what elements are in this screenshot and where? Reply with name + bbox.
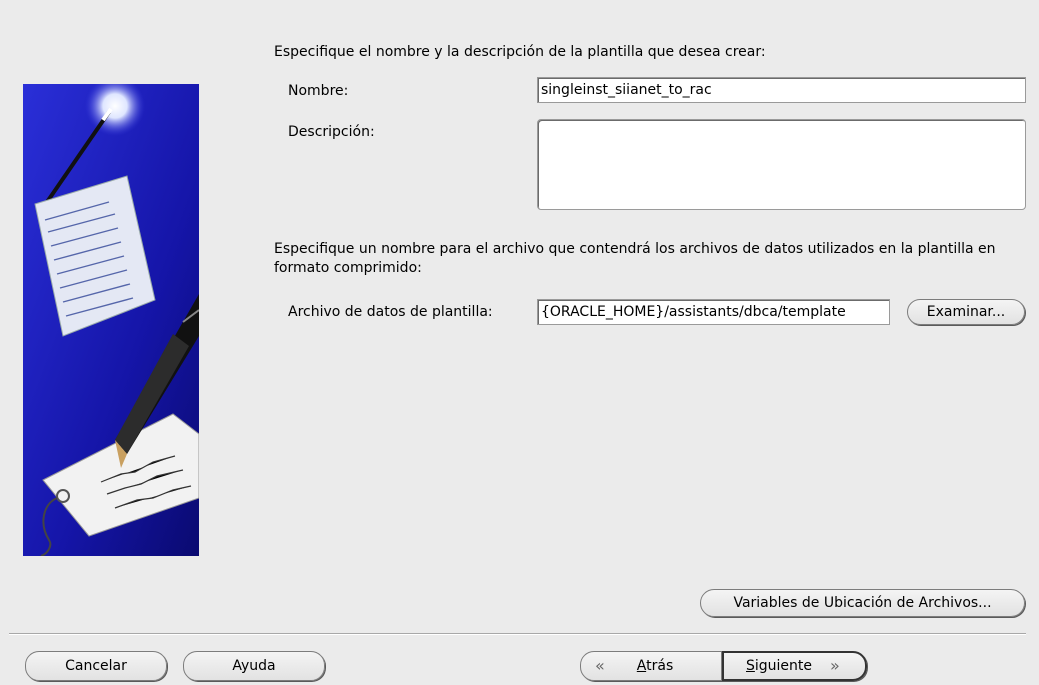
browse-button[interactable]: Examinar... bbox=[907, 299, 1025, 325]
name-label: Nombre: bbox=[288, 83, 349, 99]
datafile-input[interactable]: {ORACLE_HOME}/assistants/dbca/template bbox=[537, 299, 890, 325]
name-input[interactable]: singleinst_siianet_to_rac bbox=[537, 77, 1026, 103]
wizard-illustration bbox=[23, 84, 199, 556]
description-textarea[interactable] bbox=[537, 119, 1026, 210]
chevron-double-left-icon: « bbox=[595, 656, 605, 675]
footer-separator bbox=[9, 633, 1026, 635]
file-location-variables-button[interactable]: Variables de Ubicación de Archivos... bbox=[700, 589, 1025, 617]
back-label: Atrás bbox=[636, 658, 674, 674]
datafile-intro-text: Especifique un nombre para el archivo qu… bbox=[274, 241, 996, 276]
datafile-label: Archivo de datos de plantilla: bbox=[288, 304, 493, 320]
cancel-button[interactable]: Cancelar bbox=[25, 651, 167, 681]
chevron-double-right-icon: » bbox=[830, 656, 840, 675]
next-label: Siguiente bbox=[746, 658, 813, 674]
next-button[interactable]: Siguiente » bbox=[722, 651, 867, 681]
template-intro-text: Especifique el nombre y la descripción d… bbox=[274, 44, 766, 60]
back-button[interactable]: « Atrás bbox=[580, 651, 722, 681]
description-label: Descripción: bbox=[288, 124, 375, 140]
help-button[interactable]: Ayuda bbox=[183, 651, 325, 681]
